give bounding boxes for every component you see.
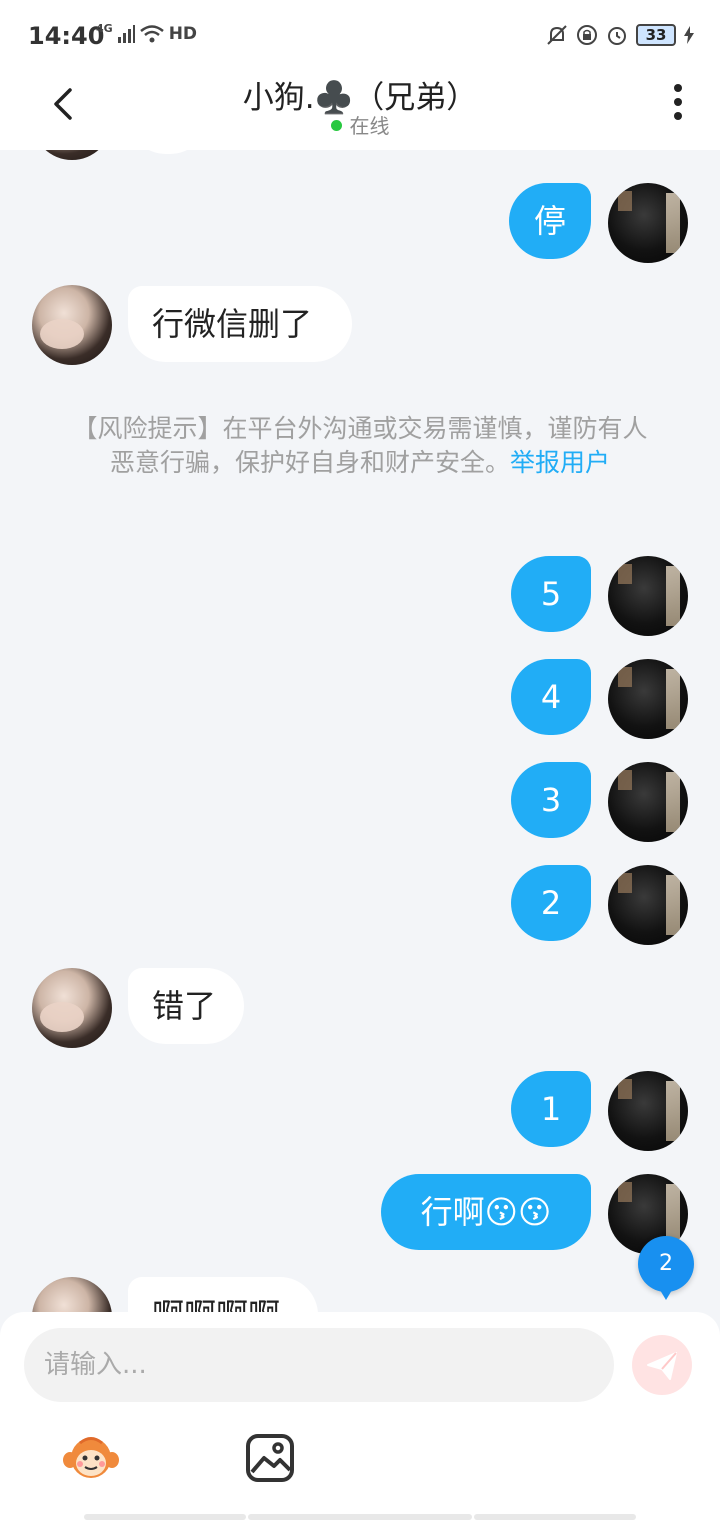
online-status: 在线 [0,110,720,139]
message-bubble-sent[interactable]: 5 [511,556,591,632]
message-bubble-sent[interactable]: 2 [511,865,591,941]
gesture-bar-center [248,1514,472,1520]
message-input[interactable] [24,1328,614,1402]
monkey-emoji-icon[interactable] [62,1434,120,1482]
signal-icon [117,25,135,43]
charging-icon [684,26,694,44]
risk-notice: 【风险提示】在平台外沟通或交易需谨慎，谨防有人恶意行骗，保护好自身和财产安全。举… [62,412,658,480]
contact-avatar[interactable] [32,150,112,160]
gesture-bar-right [474,1514,636,1520]
unread-count-badge[interactable]: 2 [638,1236,694,1300]
online-status-label: 在线 [349,114,390,138]
status-left-icons: 4G HD [96,21,198,45]
status-time: 14:40 [28,22,105,50]
contact-avatar[interactable] [32,285,112,365]
my-avatar[interactable] [608,183,688,263]
message-bubble-hidden [128,150,208,154]
chat-messages[interactable]: 停 行微信删了 【风险提示】在平台外沟通或交易需谨慎，谨防有人恶意行骗，保护好自… [0,150,720,1312]
message-bubble-sent[interactable]: 1 [511,1071,591,1147]
message-bubble-received[interactable]: 啊啊啊啊 [128,1277,318,1312]
my-avatar[interactable] [608,556,688,636]
image-icon[interactable] [244,1432,296,1484]
message-bubble-sent[interactable]: 4 [511,659,591,735]
status-right-icons: 33 [546,24,694,46]
contact-avatar[interactable] [32,1277,112,1312]
my-avatar[interactable] [608,659,688,739]
wifi-icon [139,25,164,43]
message-bubble-sent[interactable]: 行啊😗😗 [381,1174,591,1250]
status-bar: 14:40 4G HD 33 [0,0,720,72]
battery-indicator: 33 [636,24,676,46]
message-bubble-received[interactable]: 错了 [128,968,244,1044]
report-user-link[interactable]: 举报用户 [510,448,610,477]
input-panel [0,1312,720,1520]
network-label: 4G [96,21,113,35]
lock-rotation-icon [577,25,597,45]
message-bubble-sent[interactable]: 3 [511,762,591,838]
my-avatar[interactable] [608,865,688,945]
contact-avatar[interactable] [32,968,112,1048]
message-bubble-received[interactable]: 行微信删了 [128,286,352,362]
more-vertical-icon[interactable] [670,82,686,122]
my-avatar[interactable] [608,762,688,842]
mute-bell-icon [547,25,567,45]
paper-plane-icon [647,1352,677,1380]
online-dot [330,120,342,131]
gesture-bar-left [84,1514,246,1520]
chat-header: 小狗.♣️（兄弟） 在线 [0,72,720,150]
alarm-icon [608,27,626,45]
message-bubble-sent[interactable]: 停 [509,183,591,259]
send-button[interactable] [632,1335,692,1395]
my-avatar[interactable] [608,1071,688,1151]
hd-label: HD [168,24,198,44]
